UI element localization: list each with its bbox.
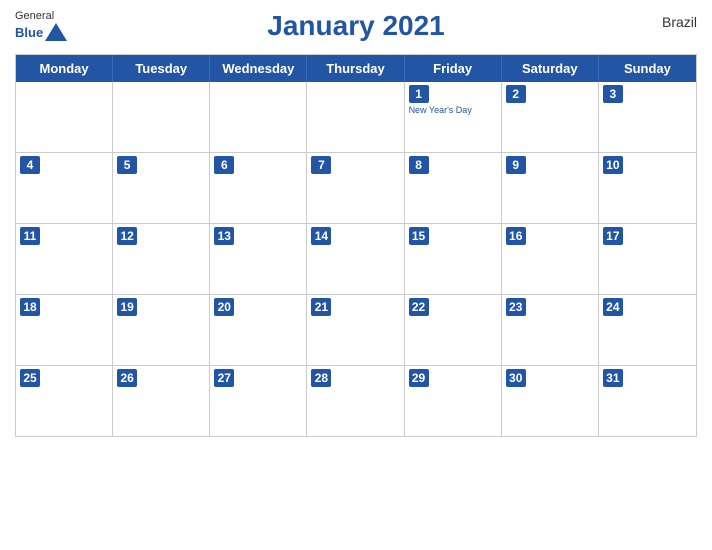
day-cell: 15	[405, 224, 502, 294]
calendar-grid: MondayTuesdayWednesdayThursdayFridaySatu…	[15, 54, 697, 437]
day-number: 21	[311, 298, 331, 316]
day-header-saturday: Saturday	[502, 55, 599, 82]
day-cell: 16	[502, 224, 599, 294]
day-number: 20	[214, 298, 234, 316]
day-cell	[16, 82, 113, 152]
day-cell: 21	[307, 295, 404, 365]
day-number: 4	[20, 156, 40, 174]
day-number: 2	[506, 85, 526, 103]
day-number: 27	[214, 369, 234, 387]
logo-bird-icon	[45, 23, 67, 41]
day-cell: 4	[16, 153, 113, 223]
day-cell: 31	[599, 366, 696, 436]
calendar-header: General Blue January 2021 Brazil	[15, 10, 697, 42]
day-number: 31	[603, 369, 623, 387]
day-header-tuesday: Tuesday	[113, 55, 210, 82]
day-header-friday: Friday	[405, 55, 502, 82]
day-header-monday: Monday	[16, 55, 113, 82]
day-cell: 5	[113, 153, 210, 223]
day-header-sunday: Sunday	[599, 55, 696, 82]
day-cell: 8	[405, 153, 502, 223]
day-number: 9	[506, 156, 526, 174]
day-cell: 19	[113, 295, 210, 365]
day-cell: 9	[502, 153, 599, 223]
day-number: 29	[409, 369, 429, 387]
day-number: 28	[311, 369, 331, 387]
day-cell: 24	[599, 295, 696, 365]
event-label: New Year's Day	[409, 105, 497, 116]
day-cell: 14	[307, 224, 404, 294]
day-number: 8	[409, 156, 429, 174]
day-number: 26	[117, 369, 137, 387]
weeks-container: 1New Year's Day2345678910111213141516171…	[16, 82, 696, 436]
day-number: 6	[214, 156, 234, 174]
day-cell: 6	[210, 153, 307, 223]
country-label: Brazil	[662, 14, 697, 30]
day-number: 19	[117, 298, 137, 316]
calendar-title: January 2021	[267, 10, 444, 42]
week-row-3: 11 12 13 14 15 16 17	[16, 224, 696, 295]
day-cell: 18	[16, 295, 113, 365]
day-cell: 10	[599, 153, 696, 223]
day-cell: 28	[307, 366, 404, 436]
day-header-thursday: Thursday	[307, 55, 404, 82]
day-number: 30	[506, 369, 526, 387]
day-header-wednesday: Wednesday	[210, 55, 307, 82]
day-number: 5	[117, 156, 137, 174]
day-cell: 22	[405, 295, 502, 365]
day-number: 22	[409, 298, 429, 316]
day-cell: 11	[16, 224, 113, 294]
day-number: 14	[311, 227, 331, 245]
day-number: 18	[20, 298, 40, 316]
day-cell	[210, 82, 307, 152]
day-cell: 23	[502, 295, 599, 365]
day-cell: 20	[210, 295, 307, 365]
day-number: 25	[20, 369, 40, 387]
day-cell: 7	[307, 153, 404, 223]
week-row-2: 4 5 6 7 8 9 10	[16, 153, 696, 224]
day-number: 17	[603, 227, 623, 245]
day-number: 15	[409, 227, 429, 245]
day-cell: 17	[599, 224, 696, 294]
day-cell: 25	[16, 366, 113, 436]
day-cell: 1 New Year's Day	[405, 82, 502, 152]
day-cell: 27	[210, 366, 307, 436]
week-row-1: 1 New Year's Day 2 3	[16, 82, 696, 153]
day-number: 12	[117, 227, 137, 245]
day-cell: 3	[599, 82, 696, 152]
day-number: 11	[20, 227, 40, 245]
day-cell	[113, 82, 210, 152]
day-number: 7	[311, 156, 331, 174]
day-headers-row: MondayTuesdayWednesdayThursdayFridaySatu…	[16, 55, 696, 82]
logo-blue-text: Blue	[15, 25, 43, 40]
week-row-4: 18 19 20 21 22 23 24	[16, 295, 696, 366]
day-number: 23	[506, 298, 526, 316]
logo: General Blue	[15, 10, 67, 41]
calendar-container: General Blue January 2021 Brazil MondayT…	[0, 0, 712, 550]
day-cell: 29	[405, 366, 502, 436]
day-cell	[307, 82, 404, 152]
day-number: 13	[214, 227, 234, 245]
day-cell: 30	[502, 366, 599, 436]
day-cell: 26	[113, 366, 210, 436]
day-number: 1	[409, 85, 429, 103]
day-number: 16	[506, 227, 526, 245]
day-number: 24	[603, 298, 623, 316]
day-cell: 13	[210, 224, 307, 294]
day-number: 10	[603, 156, 623, 174]
day-number: 3	[603, 85, 623, 103]
logo-general-text: General	[15, 10, 54, 23]
day-cell: 2	[502, 82, 599, 152]
day-cell: 12	[113, 224, 210, 294]
week-row-5: 25 26 27 28 29 30 31	[16, 366, 696, 436]
